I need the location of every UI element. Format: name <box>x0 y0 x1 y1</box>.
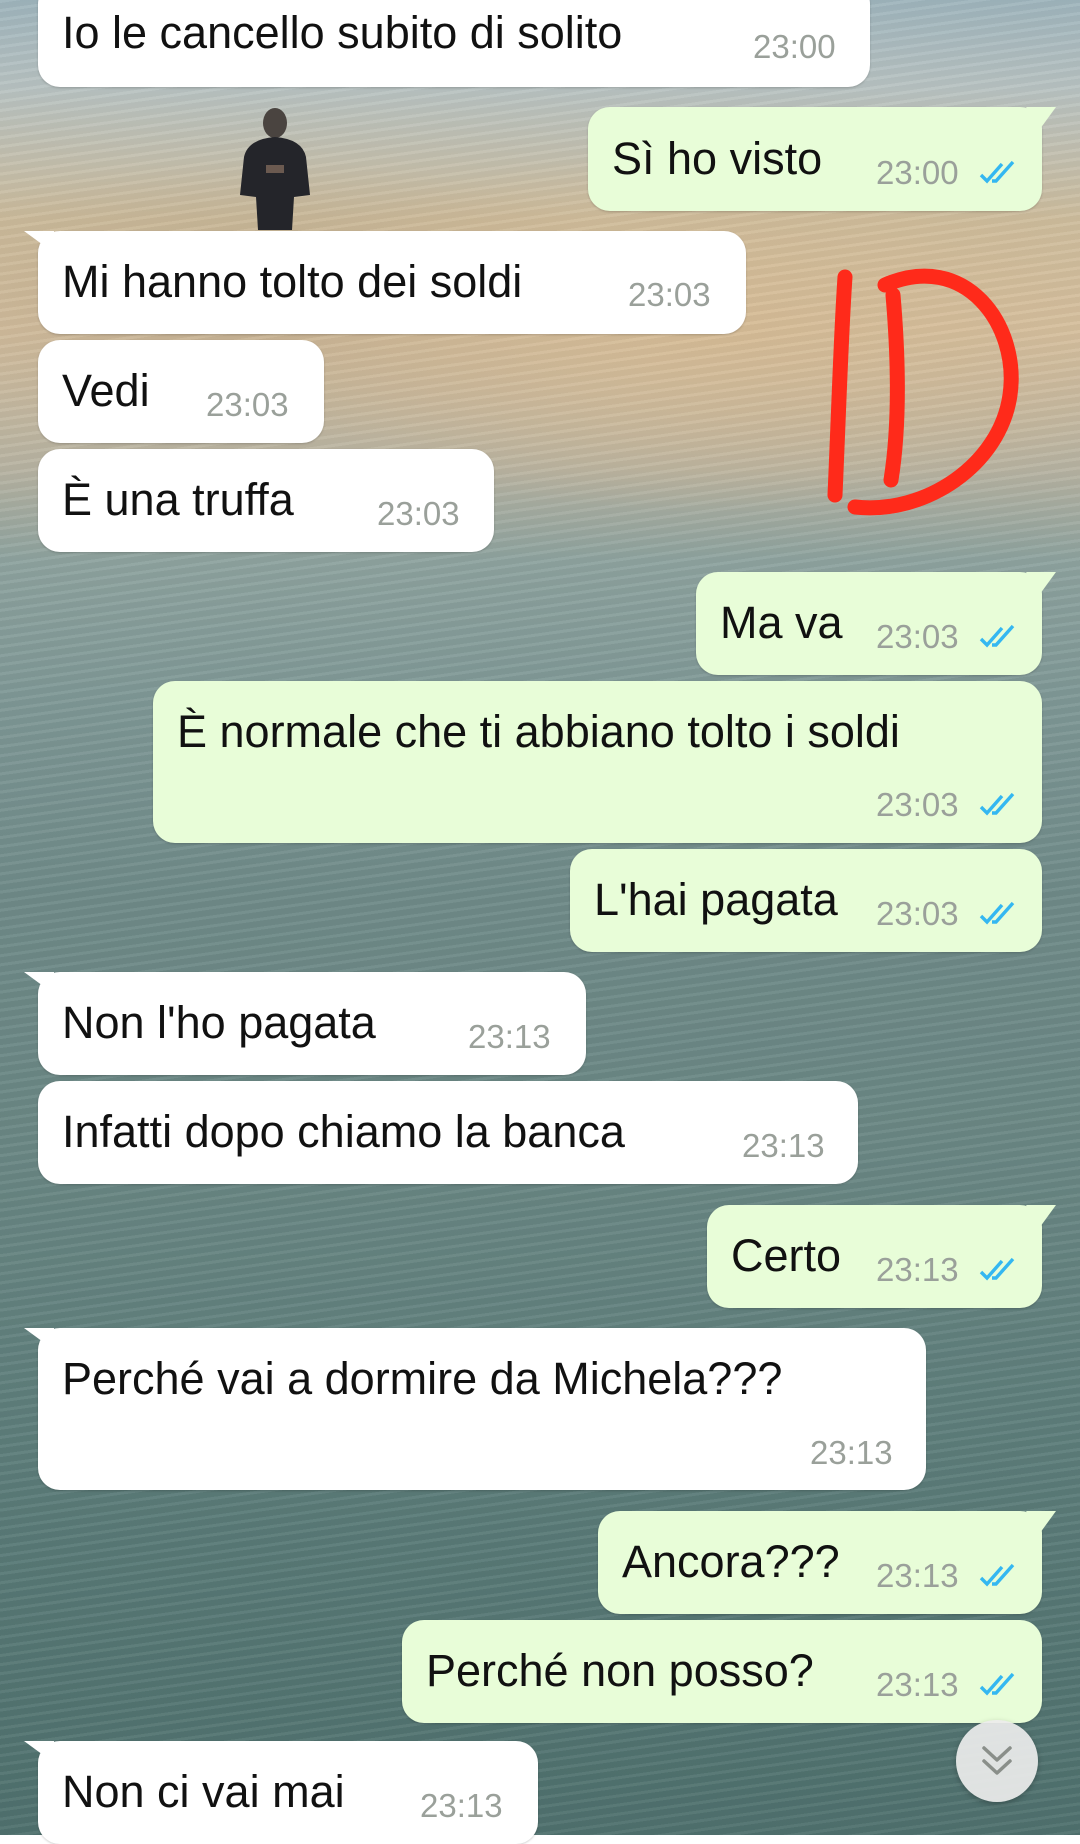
scroll-to-bottom-button[interactable] <box>956 1720 1038 1802</box>
bubble-tail <box>1026 572 1056 594</box>
message-time: 23:03 <box>876 786 959 823</box>
message-text: È una truffa <box>62 474 294 525</box>
bubble-tail <box>24 1741 54 1763</box>
message-bubble-incoming[interactable]: Non ci vai mai 23:13 <box>24 1741 538 1844</box>
message-time: 23:03 <box>876 618 959 655</box>
message-time: 23:13 <box>420 1787 503 1824</box>
message-bubble-outgoing[interactable]: È normale che ti abbiano tolto i soldi 2… <box>153 681 1042 843</box>
message-time: 23:13 <box>876 1251 959 1288</box>
bubble-tail <box>1026 1511 1056 1533</box>
bubble-tail <box>24 1328 54 1350</box>
message-bubble-incoming[interactable]: Non l'ho pagata 23:13 <box>24 972 586 1075</box>
message-text: L'hai pagata <box>594 874 838 925</box>
read-receipt-icon <box>979 901 1015 925</box>
message-bubble-outgoing[interactable]: Ancora??? 23:13 <box>598 1511 1056 1614</box>
message-time: 23:13 <box>876 1666 959 1703</box>
message-time: 23:13 <box>810 1434 893 1471</box>
message-text: Infatti dopo chiamo la banca <box>62 1106 625 1157</box>
message-time: 23:03 <box>876 895 959 932</box>
wallpaper-person-figure <box>240 108 310 230</box>
message-time: 23:13 <box>742 1127 825 1164</box>
read-receipt-icon <box>979 1563 1015 1587</box>
message-bubble-outgoing[interactable]: Ma va 23:03 <box>696 572 1056 675</box>
message-text: Perché non posso? <box>426 1645 814 1696</box>
message-time: 23:03 <box>206 386 289 423</box>
message-text: Ancora??? <box>622 1536 840 1587</box>
message-text: Vedi <box>62 365 150 416</box>
message-text: Non ci vai mai <box>62 1766 345 1817</box>
message-bubble-incoming[interactable]: Io le cancello subito di solito 23:00 <box>38 0 870 87</box>
message-bubble-incoming[interactable]: Perché vai a dormire da Michela??? 23:13 <box>24 1328 926 1490</box>
bubble-tail <box>24 972 54 994</box>
read-receipt-icon <box>979 160 1015 184</box>
message-text: Ma va <box>720 597 843 648</box>
message-text: Certo <box>731 1230 842 1281</box>
message-text: Perché vai a dormire da Michela??? <box>62 1353 783 1404</box>
message-time: 23:13 <box>468 1018 551 1055</box>
message-bubble-incoming[interactable]: Mi hanno tolto dei soldi 23:03 <box>24 231 746 334</box>
message-bubble-outgoing[interactable]: Certo 23:13 <box>707 1205 1056 1308</box>
bubble-tail <box>1026 1205 1056 1227</box>
double-chevron-down-icon <box>982 1746 1012 1775</box>
message-time: 23:00 <box>876 154 959 191</box>
message-time: 23:03 <box>628 276 711 313</box>
message-text: È normale che ti abbiano tolto i soldi <box>177 706 900 757</box>
read-receipt-icon <box>979 1257 1015 1281</box>
message-time: 23:03 <box>377 495 460 532</box>
message-text: Io le cancello subito di solito <box>62 7 623 58</box>
message-bubble-outgoing[interactable]: L'hai pagata 23:03 <box>570 849 1042 952</box>
message-time: 23:13 <box>876 1557 959 1594</box>
read-receipt-icon <box>979 792 1015 816</box>
bubble-tail <box>1026 107 1056 129</box>
read-receipt-icon <box>979 624 1015 648</box>
message-bubble-outgoing[interactable]: Sì ho visto 23:00 <box>588 107 1056 211</box>
message-bubble-incoming[interactable]: Infatti dopo chiamo la banca 23:13 <box>38 1081 858 1184</box>
message-text: Sì ho visto <box>612 133 823 184</box>
message-text: Mi hanno tolto dei soldi <box>62 256 523 307</box>
message-bubble-incoming[interactable]: È una truffa 23:03 <box>38 449 494 552</box>
message-bubble-outgoing[interactable]: Perché non posso? 23:13 <box>402 1620 1042 1723</box>
bubble-tail <box>24 231 54 253</box>
message-bubble-incoming[interactable]: Vedi 23:03 <box>38 340 324 443</box>
red-handwritten-annotation <box>827 268 1019 516</box>
message-time: 23:00 <box>753 28 836 65</box>
message-text: Non l'ho pagata <box>62 997 376 1048</box>
read-receipt-icon <box>979 1672 1015 1696</box>
